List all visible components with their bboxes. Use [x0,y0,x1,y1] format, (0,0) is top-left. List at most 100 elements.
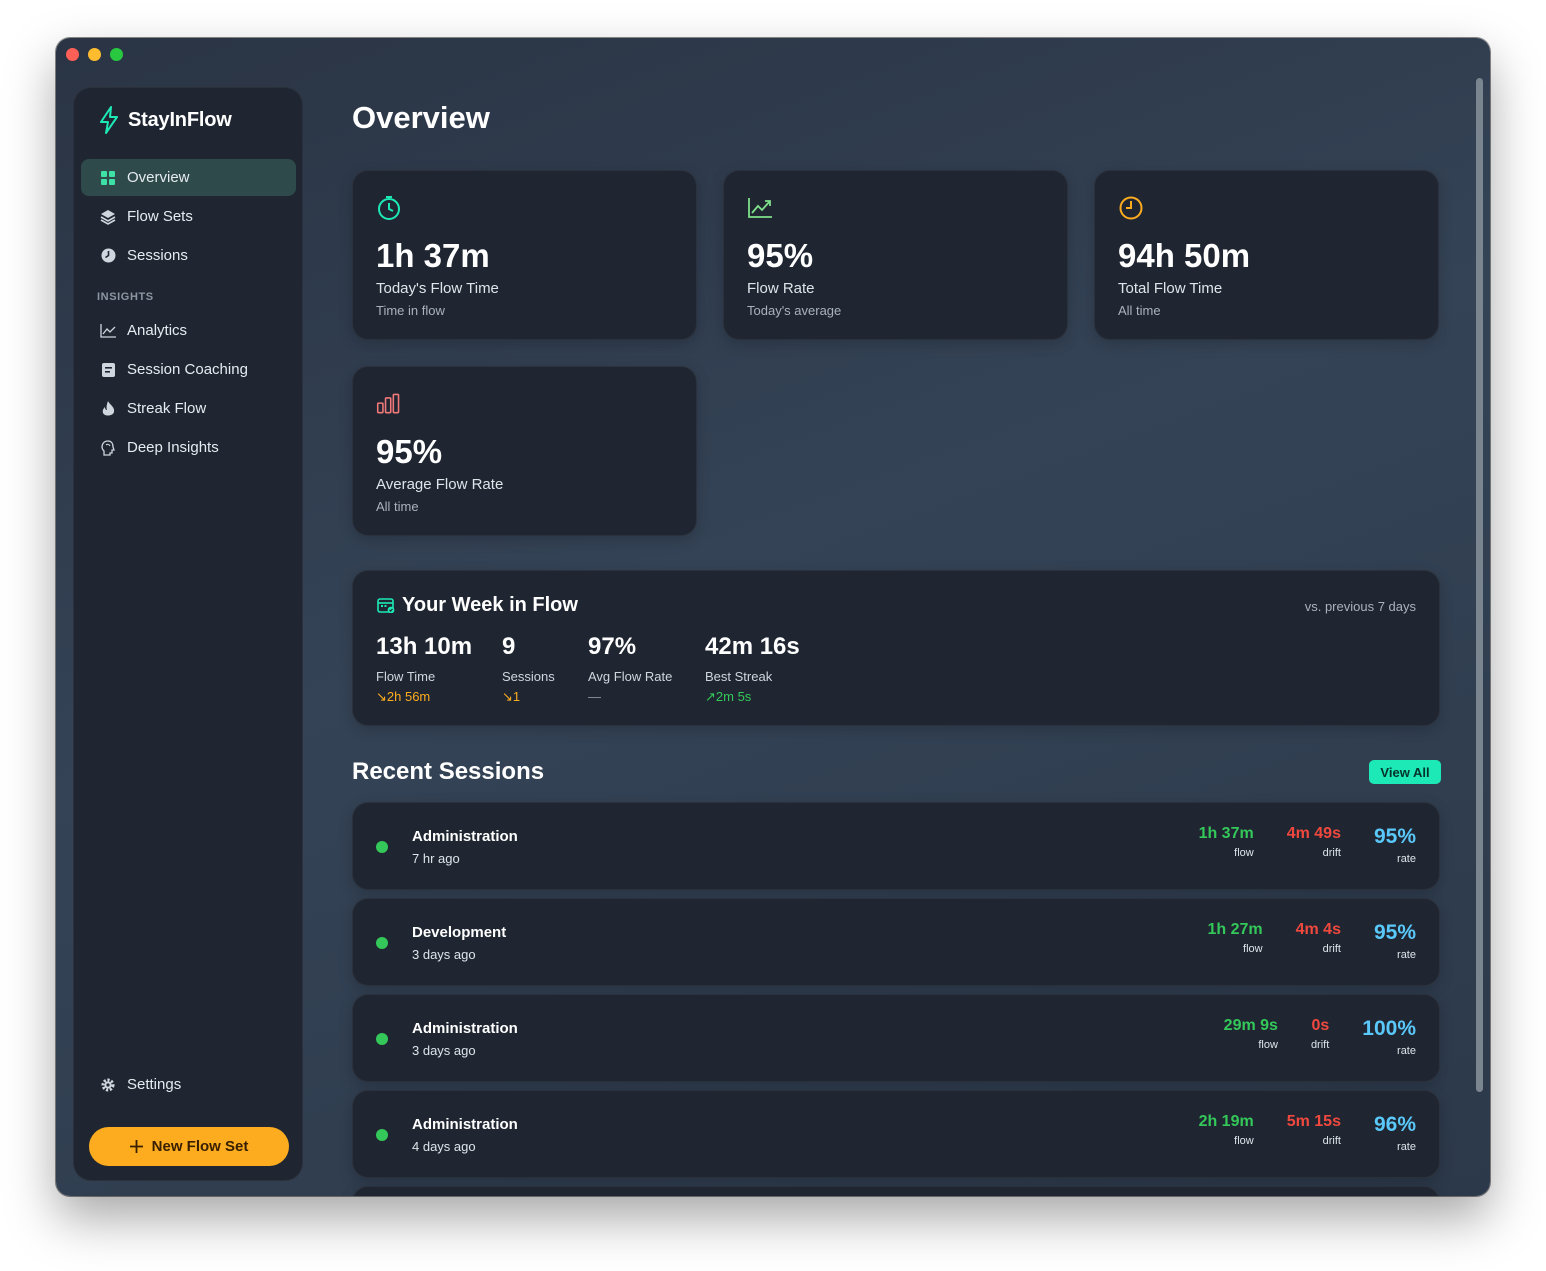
session-name: Development [412,924,507,941]
brain-icon [100,439,116,456]
drift-value: 4m 49s [1286,825,1341,842]
stat-subtitle: All time [1118,303,1161,318]
sidebar: StayInFlow Overview Flow Sets Sessions I… [73,87,303,1181]
session-row[interactable]: Administration 3 days ago 29m 9s flow 0s d… [352,994,1440,1082]
clock-pie-icon [100,248,116,264]
flow-metric: 1h 37m flow [1199,825,1254,859]
new-flow-set-label: New Flow Set [151,1138,249,1155]
week-stat-label: Sessions [502,669,555,684]
flow-value: 29m 9s [1223,1017,1278,1034]
session-row[interactable]: Development 3 days ago 1h 27m flow 4m 4s d… [352,898,1440,986]
flow-label: flow [1234,847,1254,859]
stat-label: Today's Flow Time [376,280,499,297]
new-flow-set-button[interactable]: New Flow Set [89,1127,289,1166]
session-row[interactable]: Administration 4 days ago 2h 19m flow 5m … [352,1090,1440,1178]
rate-value: 95% [1373,921,1416,944]
session-metrics: 1h 37m flow 4m 49s drift 95% rate [1199,825,1416,865]
week-stat-delta: — [588,689,601,704]
flow-label: flow [1234,1135,1254,1147]
sidebar-item-label: Analytics [127,322,188,339]
flow-metric: 2h 19m flow [1199,1113,1254,1147]
drift-metric: 5m 15s drift [1287,1113,1341,1147]
week-stat-sessions: 9 Sessions ↘1 [502,633,555,705]
rate-metric: 100% rate [1362,1017,1416,1057]
week-stat-label: Avg Flow Rate [588,669,673,684]
week-stat-best-streak: 42m 16s Best Streak ↗2m 5s [705,633,800,705]
session-row[interactable]: Administration 7 hr ago 1h 37m flow 4m 49… [352,802,1440,890]
rate-label: rate [1397,853,1416,865]
rate-metric: 95% rate [1374,825,1416,865]
flow-metric: 1h 27m flow [1207,921,1262,955]
sidebar-item-label: Flow Sets [127,208,193,225]
close-window-button[interactable] [66,48,79,61]
brand: StayInFlow [98,106,232,134]
sidebar-item-label: Sessions [127,247,188,264]
rate-value: 95% [1373,825,1416,848]
drift-label: drift [1322,943,1341,955]
line-chart-icon [100,323,116,339]
flow-metric: 29m 9s flow [1224,1017,1278,1051]
lightning-icon [100,106,118,134]
view-all-button[interactable]: View All [1369,760,1441,784]
sidebar-item-settings[interactable]: Settings [81,1066,296,1103]
insights-section-title: INSIGHTS [97,291,154,303]
scrollbar[interactable] [1476,78,1483,1092]
week-stat-delta: ↘2h 56m [376,689,431,704]
sidebar-item-overview[interactable]: Overview [81,159,296,196]
maximize-window-button[interactable] [110,48,123,61]
session-row-partial[interactable] [352,1186,1440,1196]
bar-chart-icon [376,393,400,414]
trend-up-icon [748,198,772,218]
week-comparison-label: vs. previous 7 days [1304,599,1416,614]
flow-value: 1h 37m [1198,825,1254,842]
stat-subtitle: All time [376,499,419,514]
status-dot [376,937,388,949]
sidebar-item-label: Settings [127,1076,182,1093]
sidebar-item-sessions[interactable]: Sessions [81,237,296,274]
window-controls [66,48,123,61]
rate-label: rate [1397,949,1416,961]
session-time: 3 days ago [412,947,476,962]
week-stat-delta: ↘1 [502,689,521,704]
session-metrics: 2h 19m flow 5m 15s drift 96% rate [1199,1113,1416,1153]
session-name: Administration [412,1020,518,1037]
drift-value: 0s [1311,1017,1330,1034]
flow-label: flow [1258,1039,1278,1051]
status-dot [376,1129,388,1141]
sidebar-item-flow-sets[interactable]: Flow Sets [81,198,296,235]
clock-icon [1119,196,1143,220]
calendar-check-icon [377,598,395,613]
stat-value: 95% [747,237,814,274]
sidebar-item-label: Streak Flow [127,400,207,417]
plus-icon [129,1140,143,1153]
sidebar-item-session-coaching[interactable]: Session Coaching [81,351,296,388]
sidebar-item-deep-insights[interactable]: Deep Insights [81,429,296,466]
layers-icon [100,209,116,225]
sidebar-item-analytics[interactable]: Analytics [81,312,296,349]
week-stat-delta: ↗2m 5s [705,689,752,704]
week-stat-value: 9 [502,633,516,660]
session-metrics: 29m 9s flow 0s drift 100% rate [1224,1017,1416,1057]
week-stat-label: Best Streak [705,669,773,684]
stat-value: 1h 37m [376,237,490,274]
session-name: Administration [412,1116,518,1133]
minimize-window-button[interactable] [88,48,101,61]
week-stat-value: 13h 10m [376,633,473,660]
stat-card-average-flow-rate: 95% Average Flow Rate All time [352,366,697,536]
app-window: StayInFlow Overview Flow Sets Sessions I… [56,38,1490,1196]
stat-card-total-flow-time: 94h 50m Total Flow Time All time [1094,170,1439,340]
week-stat-avg-flow-rate: 97% Avg Flow Rate — [588,633,672,704]
stat-value: 95% [376,433,443,470]
sidebar-item-label: Session Coaching [127,361,248,378]
flow-value: 2h 19m [1198,1113,1254,1130]
session-time: 4 days ago [412,1139,476,1154]
session-time: 3 days ago [412,1043,476,1058]
week-title: Your Week in Flow [402,594,578,616]
sidebar-item-streak-flow[interactable]: Streak Flow [81,390,296,427]
rate-value: 96% [1373,1113,1416,1136]
week-stat-flow-time: 13h 10m Flow Time ↘2h 56m [376,633,472,705]
flow-value: 1h 27m [1207,921,1263,938]
rate-label: rate [1397,1141,1416,1153]
drift-metric: 4m 49s drift [1287,825,1341,859]
week-stat-value: 97% [588,633,637,660]
